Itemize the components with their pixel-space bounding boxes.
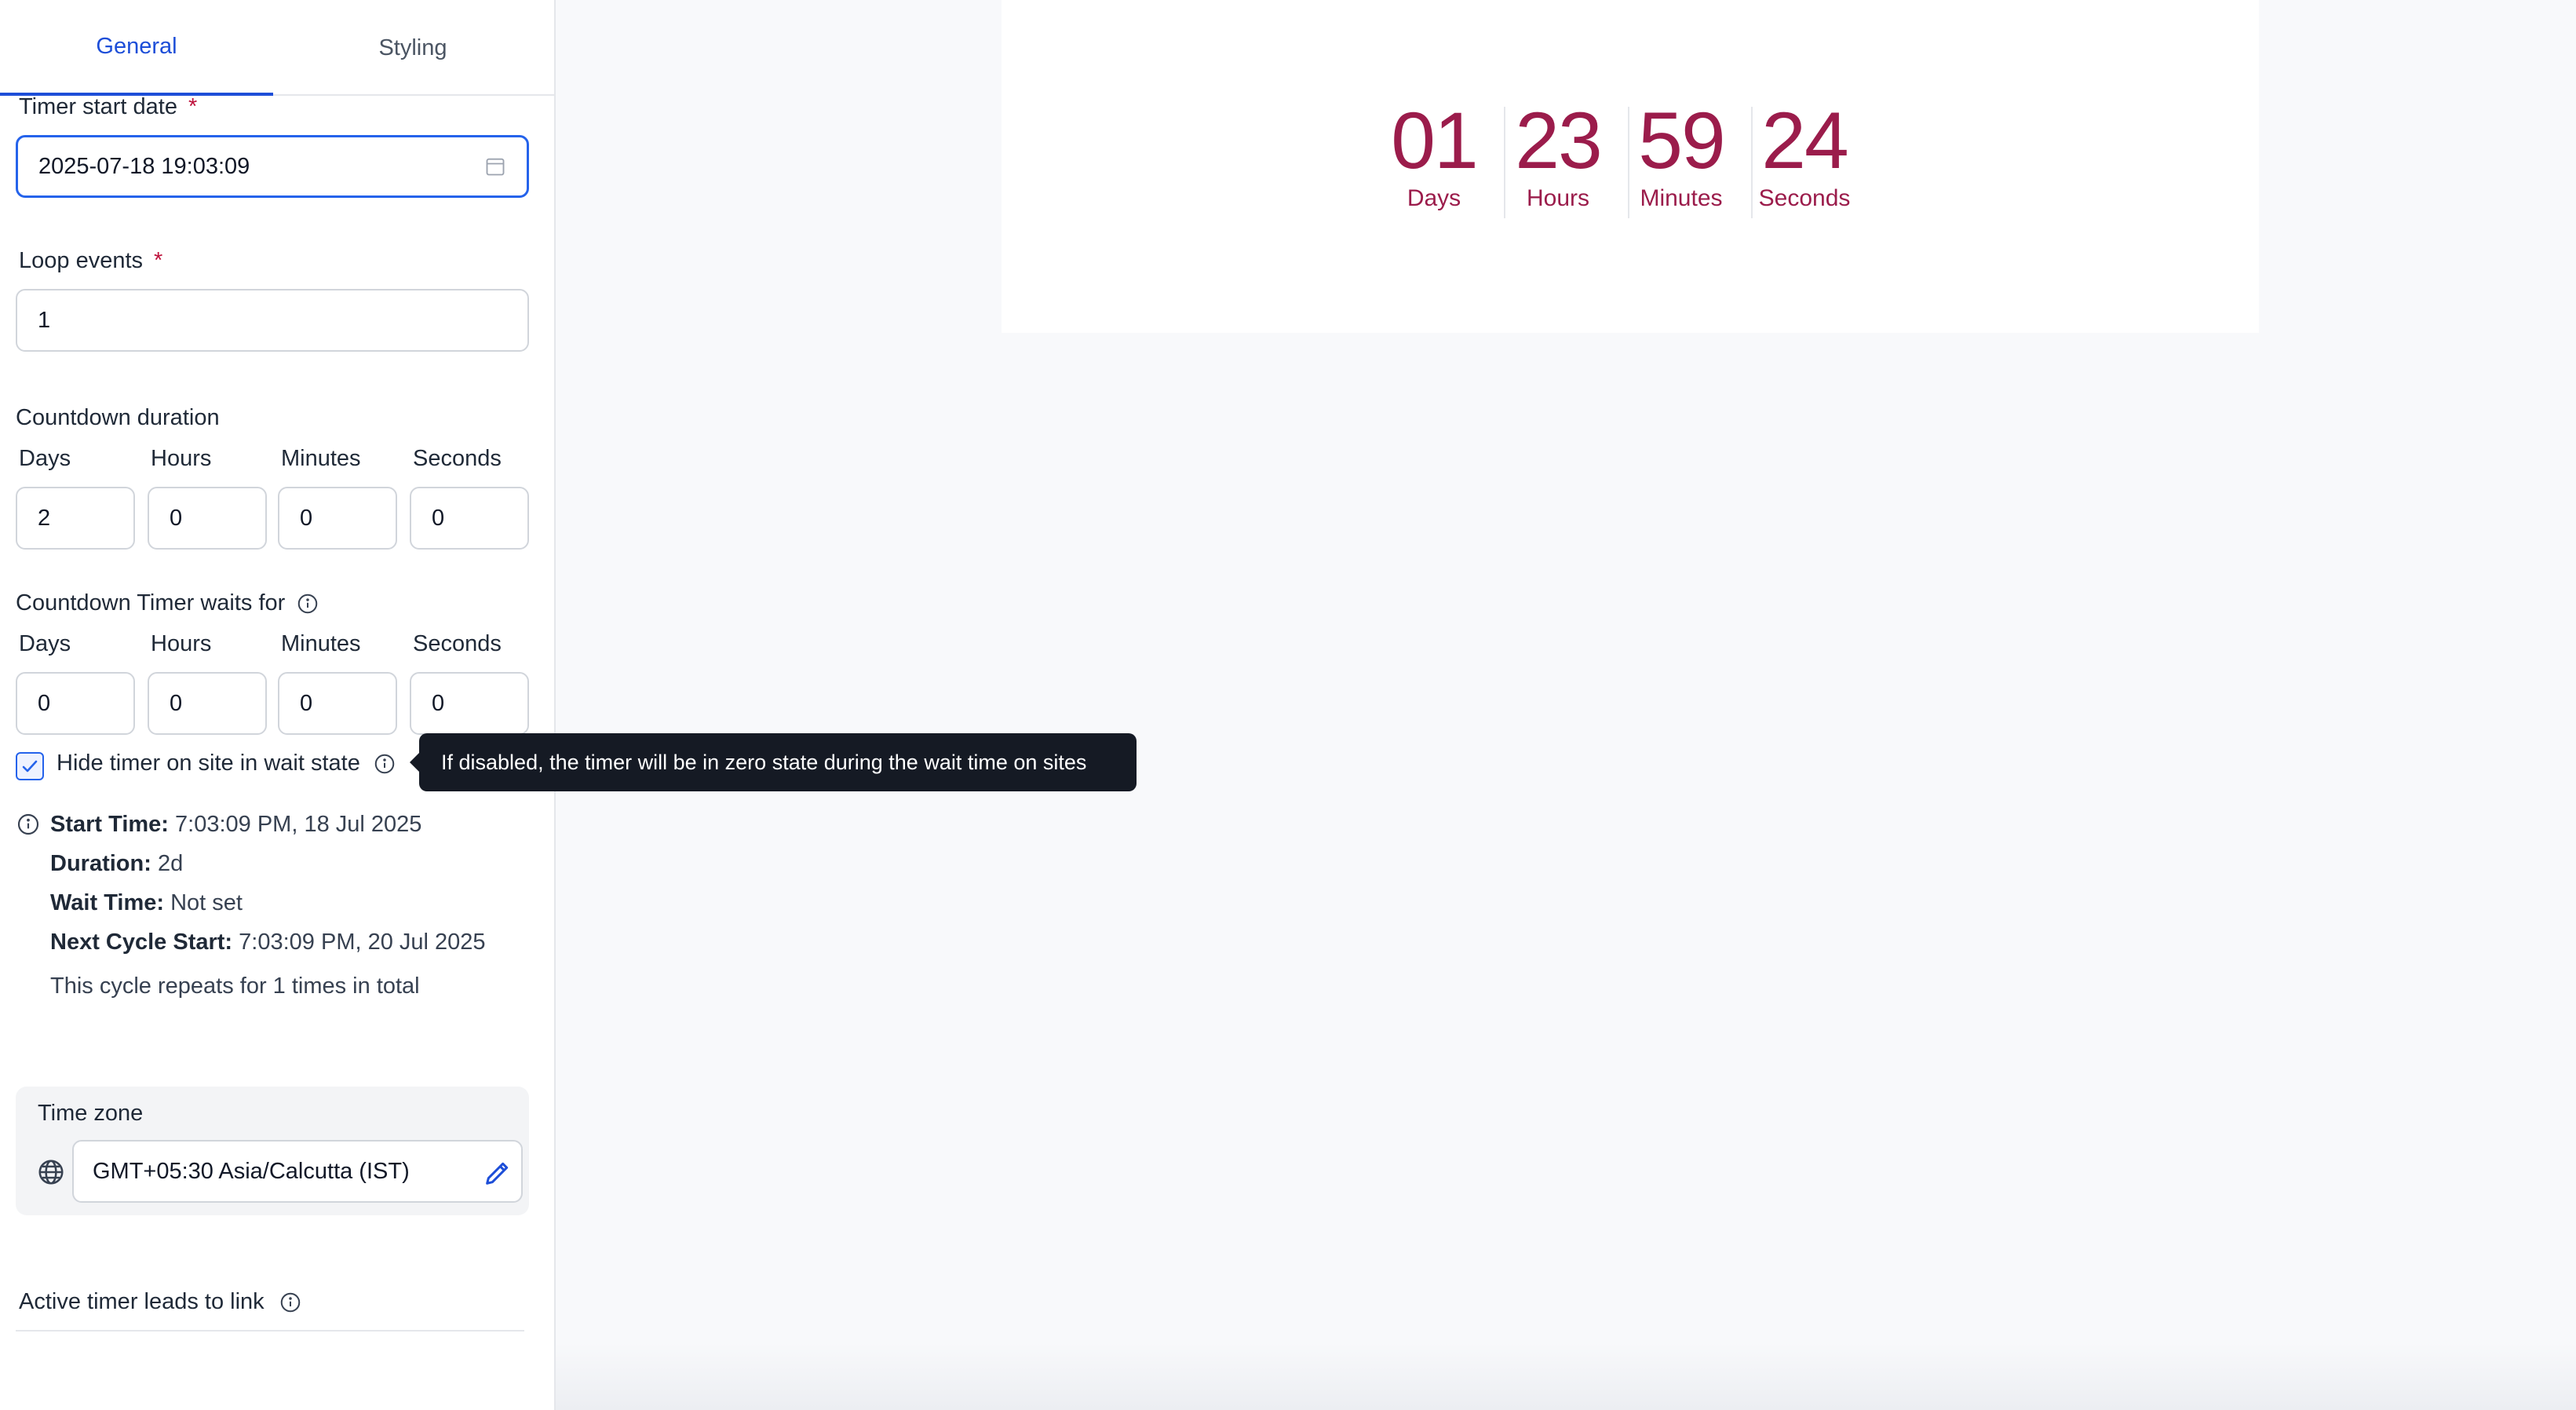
timer-preview: 01 Days 23 Hours 59 Minutes 24 Seconds: [1002, 0, 2259, 333]
info-icon[interactable]: [279, 1291, 302, 1314]
preview-seconds-value: 24: [1761, 96, 1848, 185]
required-mark: *: [154, 248, 163, 273]
active-link-label: Active timer leads to link: [19, 1289, 302, 1315]
tab-bar: General Styling: [0, 0, 554, 96]
hide-timer-label: Hide timer on site in wait state: [57, 751, 396, 776]
timezone-label: Time zone: [38, 1101, 144, 1126]
loop-events-label: Loop events *: [19, 248, 163, 273]
wait-seconds-input[interactable]: 0: [410, 672, 529, 735]
settings-sidebar: General Styling Timer start date * 2025-0…: [0, 0, 556, 1410]
checkmark-icon: [22, 760, 38, 773]
duration-hours-input[interactable]: 0: [148, 487, 267, 550]
summary-wait-time: Wait Time: Not set: [50, 890, 243, 915]
edit-pencil-icon[interactable]: [482, 1157, 513, 1189]
summary-duration: Duration: 2d: [50, 851, 184, 876]
duration-hours-label: Hours: [151, 446, 212, 471]
summary-repeat-text: This cycle repeats for 1 times in total: [50, 973, 420, 999]
globe-icon: [38, 1160, 64, 1185]
duration-days-label: Days: [19, 446, 71, 471]
summary-next-cycle: Next Cycle Start: 7:03:09 PM, 20 Jul 202…: [50, 930, 486, 955]
loop-events-input[interactable]: 1: [16, 289, 529, 352]
calendar-icon[interactable]: [484, 155, 506, 177]
duration-seconds-input[interactable]: 0: [410, 487, 529, 550]
wait-seconds-label: Seconds: [413, 631, 502, 656]
wait-days-input[interactable]: 0: [16, 672, 135, 735]
preview-seconds-label: Seconds: [1758, 185, 1851, 211]
wait-minutes-label: Minutes: [281, 631, 361, 656]
preview-seconds: 24 Seconds: [1746, 100, 1863, 212]
timezone-section: Time zone GMT+05:30 Asia/Calcutta (IST): [16, 1087, 529, 1215]
wait-hours-input[interactable]: 0: [148, 672, 267, 735]
info-icon: [17, 813, 39, 835]
preview-hours-value: 23: [1515, 96, 1602, 185]
preview-minutes-value: 59: [1638, 96, 1725, 185]
summary-start-time: Start Time: 7:03:09 PM, 18 Jul 2025: [50, 812, 422, 837]
wait-days-label: Days: [19, 631, 71, 656]
preview-hours: 23 Hours: [1499, 100, 1617, 212]
duration-minutes-label: Minutes: [281, 446, 361, 471]
loop-events-value: 1: [38, 307, 51, 333]
duration-minutes-input[interactable]: 0: [278, 487, 397, 550]
info-icon[interactable]: [373, 752, 396, 776]
preview-days-value: 01: [1391, 96, 1478, 185]
preview-minutes-label: Minutes: [1640, 185, 1723, 211]
countdown-duration-label: Countdown duration: [16, 405, 220, 430]
preview-days-label: Days: [1407, 185, 1461, 211]
preview-hours-label: Hours: [1526, 185, 1590, 211]
timezone-value: GMT+05:30 Asia/Calcutta (IST): [93, 1158, 410, 1184]
info-icon[interactable]: [296, 592, 319, 616]
timezone-input[interactable]: GMT+05:30 Asia/Calcutta (IST): [72, 1140, 523, 1203]
timer-start-date-value: 2025-07-18 19:03:09: [38, 153, 250, 179]
timer-start-date-input[interactable]: 2025-07-18 19:03:09: [16, 135, 529, 198]
wait-hours-label: Hours: [151, 631, 212, 656]
required-mark: *: [188, 94, 198, 119]
duration-seconds-label: Seconds: [413, 446, 502, 471]
divider: [16, 1330, 524, 1331]
preview-minutes: 59 Minutes: [1622, 100, 1740, 212]
wait-for-label: Countdown Timer waits for: [16, 590, 319, 616]
tab-styling[interactable]: Styling: [276, 0, 549, 96]
timer-start-date-label: Timer start date *: [19, 94, 198, 119]
wait-minutes-input[interactable]: 0: [278, 672, 397, 735]
preview-days: 01 Days: [1375, 100, 1493, 212]
duration-days-input[interactable]: 2: [16, 487, 135, 550]
bottom-shadow: [556, 1342, 2576, 1410]
hide-timer-checkbox[interactable]: [16, 752, 44, 780]
tooltip: If disabled, the timer will be in zero s…: [410, 733, 1137, 791]
tab-general[interactable]: General: [0, 0, 273, 96]
